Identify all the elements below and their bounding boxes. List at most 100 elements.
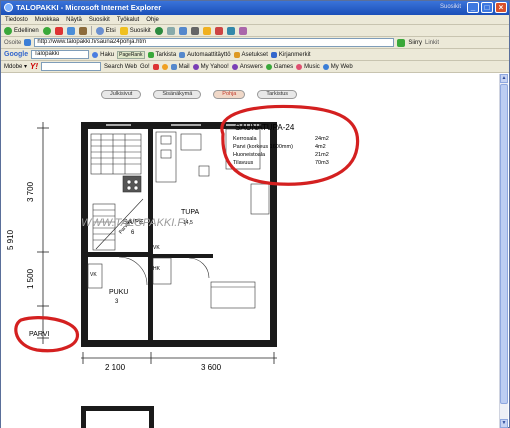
address-label: Osoite [4,39,22,46]
info-table: Kerrosala 24m2 Parvi (korkeus 1600mm) 4m… [233,136,329,166]
music-icon [296,63,303,70]
search-label: Etsi [105,27,116,34]
google-bookmarks-button[interactable]: Kirjanmerkit [270,51,311,58]
search-button[interactable]: Etsi [95,26,116,35]
yahoo-answers-label: Answers [239,63,263,70]
lower-room-furniture [87,256,256,309]
maximize-button[interactable]: □ [481,2,493,13]
favorites-label: Suosikit [129,27,151,34]
info-row-value: 4m2 [315,144,326,150]
info-title: SAUNATUPA-24 [235,123,295,132]
yahoo-search-web-button[interactable]: Search Web [104,64,137,70]
google-options-label: Asetukset [241,51,268,58]
title-bar: TALOPAKKI - Microsoft Internet Explorer … [1,1,509,15]
address-input[interactable]: http://www.talopakki.fi/sauna24pohja.htm [34,38,395,47]
history-button[interactable] [166,26,175,35]
yahoo-games-label: Games [273,63,294,70]
watermark: WWW.TALOPAKKI.FI [81,217,187,229]
toolbar-separator [90,26,92,35]
pagerank-indicator: PageRank [117,50,145,59]
folder-icon[interactable] [202,26,211,35]
menu-help[interactable]: Ohje [146,17,159,23]
research-icon[interactable] [238,26,247,35]
forward-button[interactable] [42,26,51,35]
back-arrow-icon [4,26,12,35]
menu-tools[interactable]: Työkalut [117,17,139,23]
yahoo-search-input[interactable] [41,62,102,71]
label-vk-1: VK [90,272,97,278]
yahoo-toolbar-menu[interactable]: Mdobe ▾ [4,63,27,70]
google-search-button[interactable]: Haku [92,51,114,58]
scroll-thumb[interactable] [500,84,508,404]
google-bookmarks-label: Kirjanmerkit [278,51,311,58]
yahoo-my-web-label: My Web [330,63,353,70]
info-row-label: Parvi (korkeus 1600mm) [233,144,293,150]
options-icon [233,51,240,58]
yahoo-go-button[interactable]: Go! [140,64,150,70]
info-row-label: Kerrosala [233,136,257,142]
mail-button[interactable] [178,26,187,35]
info-row-label: Huoneistoala [233,152,266,158]
yahoo-search-web-label: Search Web [104,63,137,70]
star-icon [119,26,128,35]
my-yahoo-label: My Yahoo! [200,63,229,70]
my-yahoo-button[interactable]: My Yahoo! [192,63,229,70]
refresh-button[interactable] [66,26,75,35]
left-dimension-lines [37,122,49,344]
yahoo-music-button[interactable]: Music [296,63,320,70]
my-yahoo-icon [192,63,199,70]
address-bar: Osoite http://www.talopakki.fi/sauna24po… [1,37,509,49]
print-button[interactable] [190,26,199,35]
yahoo-go-label: Go! [139,63,150,70]
scroll-up-arrow-icon[interactable]: ▲ [500,74,508,83]
google-autofill-button[interactable]: Automaattitäyttö [179,51,231,58]
dim-bottom-right: 3 600 [201,363,222,372]
autofill-icon [179,51,186,58]
google-logo: Google [4,51,29,58]
close-button[interactable]: × [495,2,507,13]
bookmark-icon [270,51,277,58]
google-options-button[interactable]: Asetukset [233,51,268,58]
media-button[interactable] [154,26,163,35]
google-check-button[interactable]: Tarkista [147,51,176,58]
dim-left-upper: 3 700 [26,181,35,202]
menu-view[interactable]: Näytä [66,17,82,23]
links-label[interactable]: Linkit [425,40,439,46]
yahoo-mail-label: Mail [178,63,190,70]
yahoo-logo[interactable]: Y! [30,62,38,71]
pencil-icon[interactable] [152,63,159,70]
vertical-scrollbar[interactable]: ▲ ▼ [499,74,508,428]
dim-left-total: 5 910 [6,229,15,250]
back-button[interactable]: Edellinen [4,26,39,35]
sauna-benches [90,133,144,251]
google-search-icon [92,51,99,58]
yahoo-answers-button[interactable]: Answers [231,63,263,70]
games-icon [265,63,272,70]
edit-icon[interactable] [226,26,235,35]
yahoo-mail-button[interactable]: Mail [170,63,190,70]
menu-edit[interactable]: Muokkaa [35,17,59,23]
room-parvi: PARVI [29,331,49,338]
next-plan-partial [81,406,154,428]
mail-icon [170,63,177,70]
menu-file[interactable]: Tiedosto [5,17,28,23]
room-puku-area: 3 [115,299,119,305]
go-button[interactable]: Siirry [408,40,422,46]
google-toolbar: Google Talopakki Haku PageRank Tarkista … [1,49,509,61]
go-arrow-icon[interactable] [397,38,406,47]
back-label: Edellinen [14,27,39,34]
info-row-value: 70m3 [315,160,329,166]
scroll-down-arrow-icon[interactable]: ▼ [500,419,508,428]
yahoo-music-label: Music [304,63,320,70]
yahoo-games-button[interactable]: Games [265,63,294,70]
menu-favorites[interactable]: Suosikit [89,17,110,23]
bookmarks-icon[interactable] [161,63,168,70]
messenger-icon[interactable] [214,26,223,35]
google-search-input[interactable]: Talopakki [31,50,90,59]
yahoo-my-web-button[interactable]: My Web [322,63,353,70]
minimize-button[interactable]: _ [467,2,479,13]
home-button[interactable] [78,26,87,35]
stop-button[interactable] [54,26,63,35]
favorites-button[interactable]: Suosikit [119,26,151,35]
room-tupa: TUPA [181,209,199,216]
